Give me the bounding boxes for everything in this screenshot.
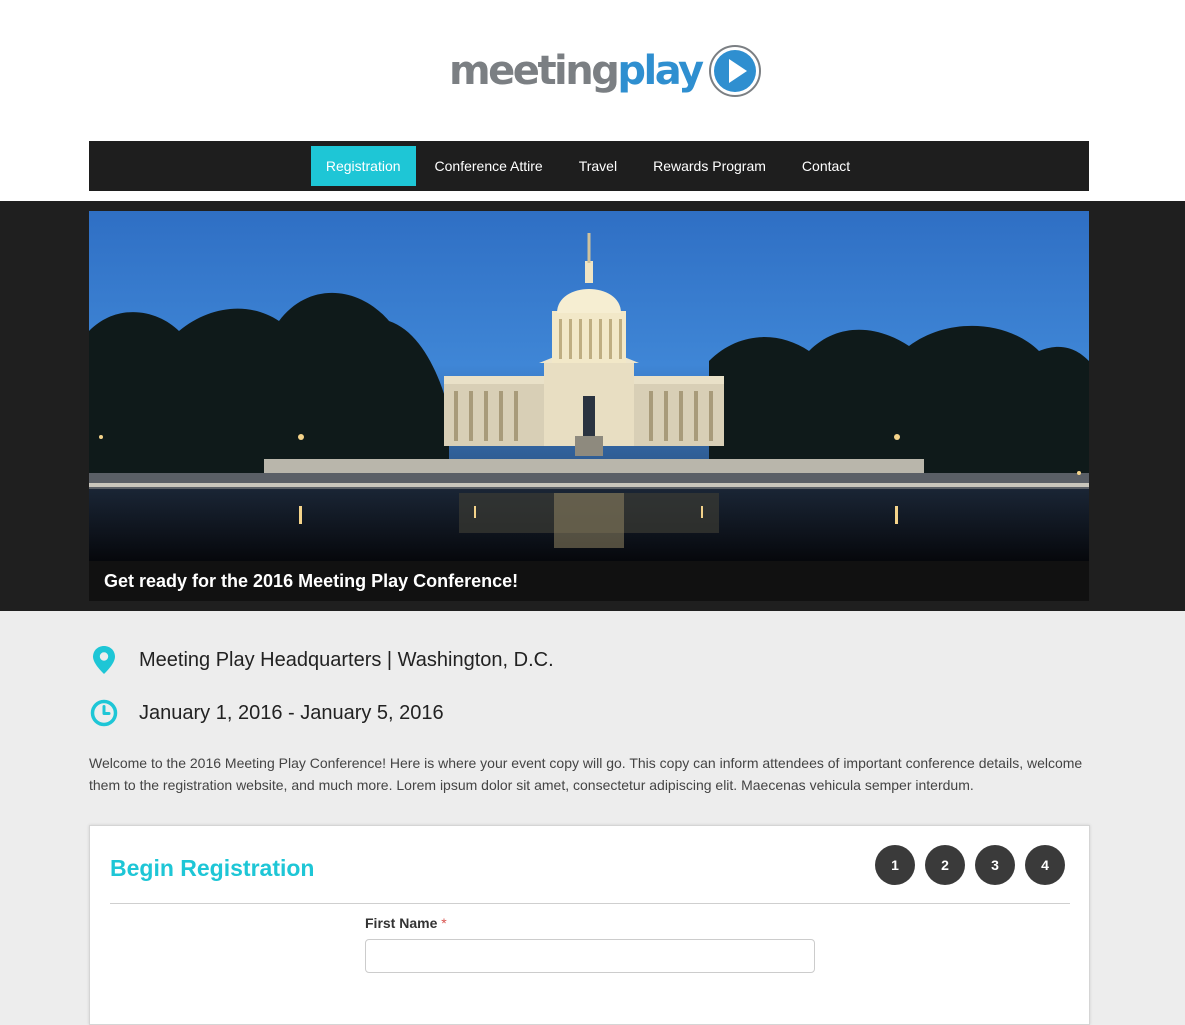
hero-banner: Get ready for the 2016 Meeting Play Conf… xyxy=(89,211,1089,601)
logo-text-play: play xyxy=(617,48,704,94)
event-info: Meeting Play Headquarters | Washington, … xyxy=(89,640,1089,733)
main-nav: Registration Conference Attire Travel Re… xyxy=(89,141,1089,191)
step-3-button[interactable]: 3 xyxy=(975,845,1015,885)
hero-band: Get ready for the 2016 Meeting Play Conf… xyxy=(0,201,1185,611)
registration-title: Begin Registration xyxy=(110,855,315,881)
logo-text-meeting: meeting xyxy=(449,48,620,94)
first-name-input[interactable] xyxy=(365,939,815,973)
event-dates-text: January 1, 2016 - January 5, 2016 xyxy=(139,701,444,724)
meetingplay-logo[interactable]: meetingplay xyxy=(449,42,762,100)
hero-caption: Get ready for the 2016 Meeting Play Conf… xyxy=(89,561,1089,601)
event-location-text: Meeting Play Headquarters | Washington, … xyxy=(139,648,554,671)
nav-item-conference-attire[interactable]: Conference Attire xyxy=(418,146,560,186)
header: meetingplay Registration Conference Atti… xyxy=(0,0,1185,201)
card-divider xyxy=(110,903,1070,904)
nav-item-travel[interactable]: Travel xyxy=(562,146,634,186)
nav-item-contact[interactable]: Contact xyxy=(785,146,867,186)
play-icon xyxy=(708,45,761,97)
capitol-building-photo xyxy=(89,211,1089,561)
event-location: Meeting Play Headquarters | Washington, … xyxy=(89,640,1089,680)
registration-card: Begin Registration 1 2 3 4 First Name * xyxy=(89,825,1090,1025)
event-dates: January 1, 2016 - January 5, 2016 xyxy=(89,693,1089,733)
required-asterisk: * xyxy=(441,915,447,931)
map-pin-icon xyxy=(89,645,119,675)
step-4-button[interactable]: 4 xyxy=(1025,845,1065,885)
step-1-button[interactable]: 1 xyxy=(875,845,915,885)
step-2-button[interactable]: 2 xyxy=(925,845,965,885)
registration-steps: 1 2 3 4 xyxy=(875,845,1065,885)
nav-item-rewards-program[interactable]: Rewards Program xyxy=(636,146,783,186)
first-name-label-text: First Name xyxy=(365,915,438,931)
first-name-label: First Name * xyxy=(365,915,447,931)
nav-item-registration[interactable]: Registration xyxy=(310,146,416,186)
clock-icon xyxy=(89,698,119,728)
intro-paragraph: Welcome to the 2016 Meeting Play Confere… xyxy=(89,755,1083,793)
